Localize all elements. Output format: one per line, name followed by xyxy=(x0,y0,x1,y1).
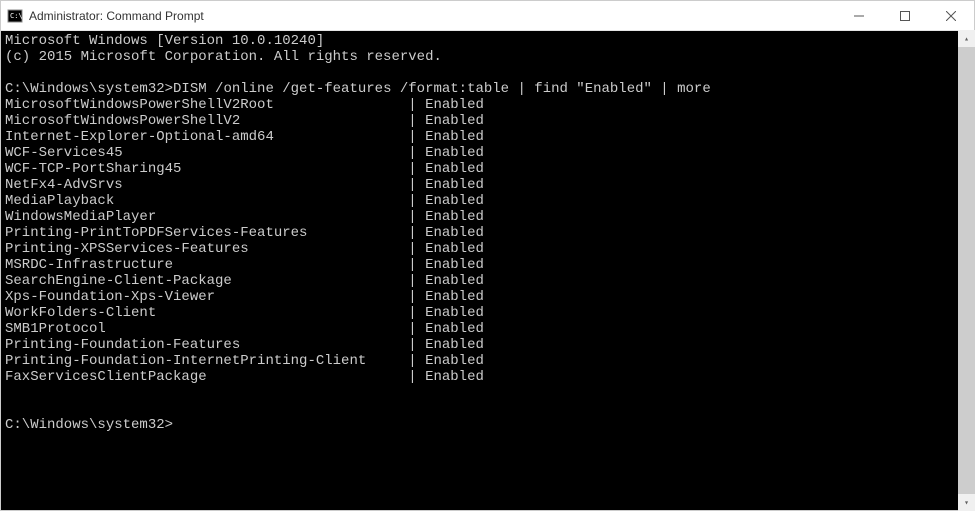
feature-row: Printing-Foundation-Features | Enabled xyxy=(5,337,970,353)
cmd-icon: C:\ xyxy=(7,8,23,24)
feature-row: Printing-XPSServices-Features | Enabled xyxy=(5,241,970,257)
feature-row: MicrosoftWindowsPowerShellV2 | Enabled xyxy=(5,113,970,129)
blank-line xyxy=(5,385,970,401)
command-line: C:\Windows\system32>DISM /online /get-fe… xyxy=(5,81,970,97)
copyright-line: (c) 2015 Microsoft Corporation. All righ… xyxy=(5,49,970,65)
features-output: MicrosoftWindowsPowerShellV2Root | Enabl… xyxy=(5,97,970,385)
command-text: DISM /online /get-features /format:table… xyxy=(173,81,711,97)
scroll-down-arrow[interactable]: ▾ xyxy=(958,494,975,511)
minimize-button[interactable] xyxy=(836,1,882,30)
prompt: C:\Windows\system32> xyxy=(5,417,173,433)
close-button[interactable] xyxy=(928,1,974,30)
scroll-up-arrow[interactable]: ▴ xyxy=(958,30,975,47)
svg-text:C:\: C:\ xyxy=(10,12,23,20)
vertical-scrollbar[interactable]: ▴ ▾ xyxy=(958,30,975,511)
feature-row: WCF-Services45 | Enabled xyxy=(5,145,970,161)
feature-row: WindowsMediaPlayer | Enabled xyxy=(5,209,970,225)
feature-row: WCF-TCP-PortSharing45 | Enabled xyxy=(5,161,970,177)
feature-row: MediaPlayback | Enabled xyxy=(5,193,970,209)
maximize-button[interactable] xyxy=(882,1,928,30)
feature-row: WorkFolders-Client | Enabled xyxy=(5,305,970,321)
feature-row: Internet-Explorer-Optional-amd64 | Enabl… xyxy=(5,129,970,145)
terminal-area[interactable]: Microsoft Windows [Version 10.0.10240] (… xyxy=(1,31,974,510)
feature-row: FaxServicesClientPackage | Enabled xyxy=(5,369,970,385)
feature-row: Printing-Foundation-InternetPrinting-Cli… xyxy=(5,353,970,369)
window-title: Administrator: Command Prompt xyxy=(29,9,836,23)
cmd-window: C:\ Administrator: Command Prompt Micros… xyxy=(0,0,975,511)
feature-row: MSRDC-Infrastructure | Enabled xyxy=(5,257,970,273)
prompt-line: C:\Windows\system32> xyxy=(5,417,970,433)
blank-line xyxy=(5,401,970,417)
scroll-track[interactable] xyxy=(958,47,975,494)
feature-row: MicrosoftWindowsPowerShellV2Root | Enabl… xyxy=(5,97,970,113)
feature-row: SMB1Protocol | Enabled xyxy=(5,321,970,337)
header-line: Microsoft Windows [Version 10.0.10240] xyxy=(5,33,970,49)
feature-row: Printing-PrintToPDFServices-Features | E… xyxy=(5,225,970,241)
scroll-thumb[interactable] xyxy=(958,47,975,494)
titlebar: C:\ Administrator: Command Prompt xyxy=(1,1,974,31)
window-controls xyxy=(836,1,974,30)
blank-line xyxy=(5,65,970,81)
prompt: C:\Windows\system32> xyxy=(5,81,173,97)
feature-row: SearchEngine-Client-Package | Enabled xyxy=(5,273,970,289)
feature-row: Xps-Foundation-Xps-Viewer | Enabled xyxy=(5,289,970,305)
feature-row: NetFx4-AdvSrvs | Enabled xyxy=(5,177,970,193)
